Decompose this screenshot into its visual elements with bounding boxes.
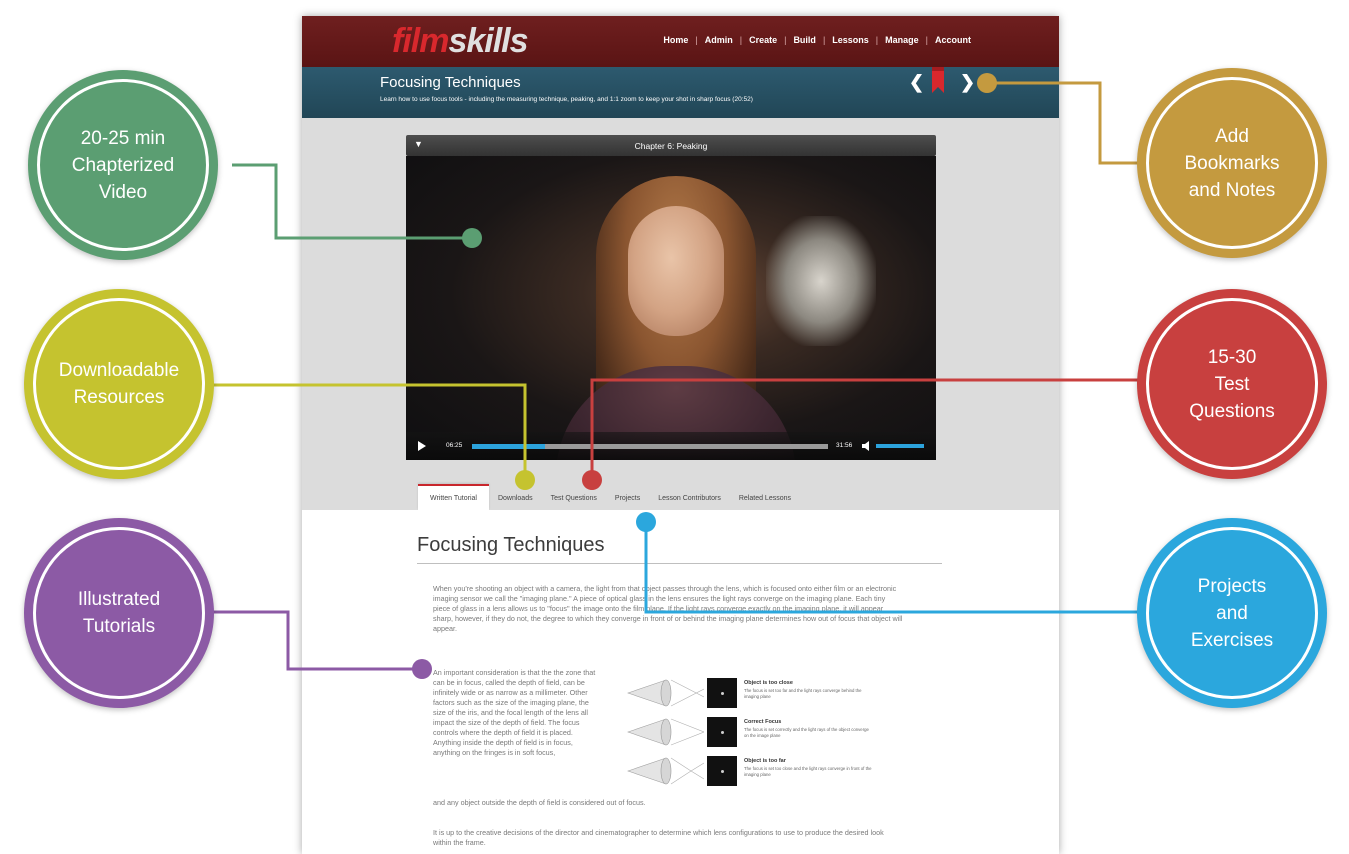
sensor-icon — [707, 717, 737, 747]
nav-admin[interactable]: Admin — [705, 35, 733, 45]
diagram-description: The focus is set too close and the light… — [744, 766, 872, 777]
video-controls: 06:25 31:56 — [406, 432, 936, 460]
callout-test-questions: 15-30 Test Questions — [1137, 289, 1327, 479]
tab-related-lessons[interactable]: Related Lessons — [730, 484, 800, 510]
nav-build[interactable]: Build — [793, 35, 816, 45]
nav-separator: | — [875, 35, 879, 45]
nav-separator: | — [822, 35, 826, 45]
paragraph-intro: When you're shooting an object with a ca… — [433, 584, 903, 633]
diagram-row-too-far: Object is too far The focus is set too c… — [626, 755, 876, 787]
focus-diagram: Object is too close The focus is set too… — [626, 677, 876, 789]
diagram-description: The focus is set too far and the light r… — [744, 688, 862, 699]
paragraph-creative: It is up to the creative decisions of th… — [433, 828, 884, 847]
filmskills-logo[interactable]: filmskills — [392, 21, 529, 61]
diagram-heading: Object is too close — [744, 680, 793, 686]
diagram-row-too-close: Object is too close The focus is set too… — [626, 677, 876, 709]
tab-projects[interactable]: Projects — [606, 484, 649, 510]
video-subject-face — [628, 206, 724, 336]
nav-links: Home | Admin | Create | Build | Lessons … — [663, 35, 971, 45]
progress-bar[interactable] — [472, 444, 828, 449]
callout-projects-exercises: Projects and Exercises — [1137, 518, 1327, 708]
video-player[interactable] — [406, 156, 936, 460]
nav-account[interactable]: Account — [935, 35, 971, 45]
title-divider — [417, 563, 942, 564]
diagram-heading: Correct Focus — [744, 719, 782, 725]
chapter-bar[interactable]: ▼ Chapter 6: Peaking — [406, 135, 936, 156]
lens-icon — [627, 718, 704, 746]
nav-separator: | — [739, 35, 743, 45]
bookmark-icon[interactable] — [930, 67, 946, 95]
volume-icon[interactable] — [861, 440, 873, 452]
next-bookmark-button[interactable]: ❯ — [960, 72, 975, 93]
sensor-icon — [707, 678, 737, 708]
tab-written-tutorial[interactable]: Written Tutorial — [418, 484, 489, 510]
volume-slider[interactable] — [876, 444, 924, 448]
lens-icon — [627, 679, 704, 707]
nav-separator: | — [695, 35, 698, 45]
previous-bookmark-button[interactable]: ❮ — [909, 72, 924, 93]
diagram-description: The focus is set correctly and the light… — [744, 727, 869, 738]
callout-illustrated-tutorials: Illustrated Tutorials — [24, 518, 214, 708]
duration: 31:56 — [836, 442, 853, 449]
article-title: Focusing Techniques — [417, 534, 605, 556]
lens-icon — [627, 757, 704, 785]
nav-lessons[interactable]: Lessons — [832, 35, 869, 45]
tab-lesson-contributors[interactable]: Lesson Contributors — [649, 484, 730, 510]
nav-separator: | — [925, 35, 928, 45]
tab-test-questions[interactable]: Test Questions — [542, 484, 606, 510]
sensor-icon — [707, 756, 737, 786]
nav-separator: | — [784, 35, 787, 45]
chapter-title: Chapter 6: Peaking — [634, 141, 708, 151]
callout-downloadable-resources: Downloadable Resources — [24, 289, 214, 479]
lesson-page: filmskills Home | Admin | Create | Build… — [302, 16, 1059, 854]
callout-chapterized-video: 20-25 min Chapterized Video — [28, 70, 218, 260]
nav-create[interactable]: Create — [749, 35, 777, 45]
paragraph-depth-of-field: An important consideration is that the t… — [433, 668, 596, 757]
progress-fill — [472, 444, 545, 449]
tab-downloads[interactable]: Downloads — [489, 484, 542, 510]
video-background-light — [766, 216, 876, 346]
play-icon[interactable] — [418, 441, 426, 451]
tutorial-content: Focusing Techniques When you're shooting… — [302, 510, 1059, 854]
diagram-row-correct: Correct Focus The focus is set correctly… — [626, 716, 876, 748]
lesson-header: Focusing Techniques Learn how to use foc… — [302, 67, 1059, 118]
lesson-subtitle: Learn how to use focus tools - including… — [380, 96, 753, 103]
lesson-title: Focusing Techniques — [380, 74, 521, 91]
callout-bookmarks-notes: Add Bookmarks and Notes — [1137, 68, 1327, 258]
top-navigation: filmskills Home | Admin | Create | Build… — [302, 16, 1059, 67]
lesson-tabs: Written Tutorial Downloads Test Question… — [418, 484, 800, 510]
current-time: 06:25 — [446, 442, 463, 449]
diagram-heading: Object is too far — [744, 758, 786, 764]
nav-home[interactable]: Home — [663, 35, 688, 45]
paragraph-depth-of-field-end: and any object outside the depth of fiel… — [433, 798, 646, 807]
nav-manage[interactable]: Manage — [885, 35, 919, 45]
